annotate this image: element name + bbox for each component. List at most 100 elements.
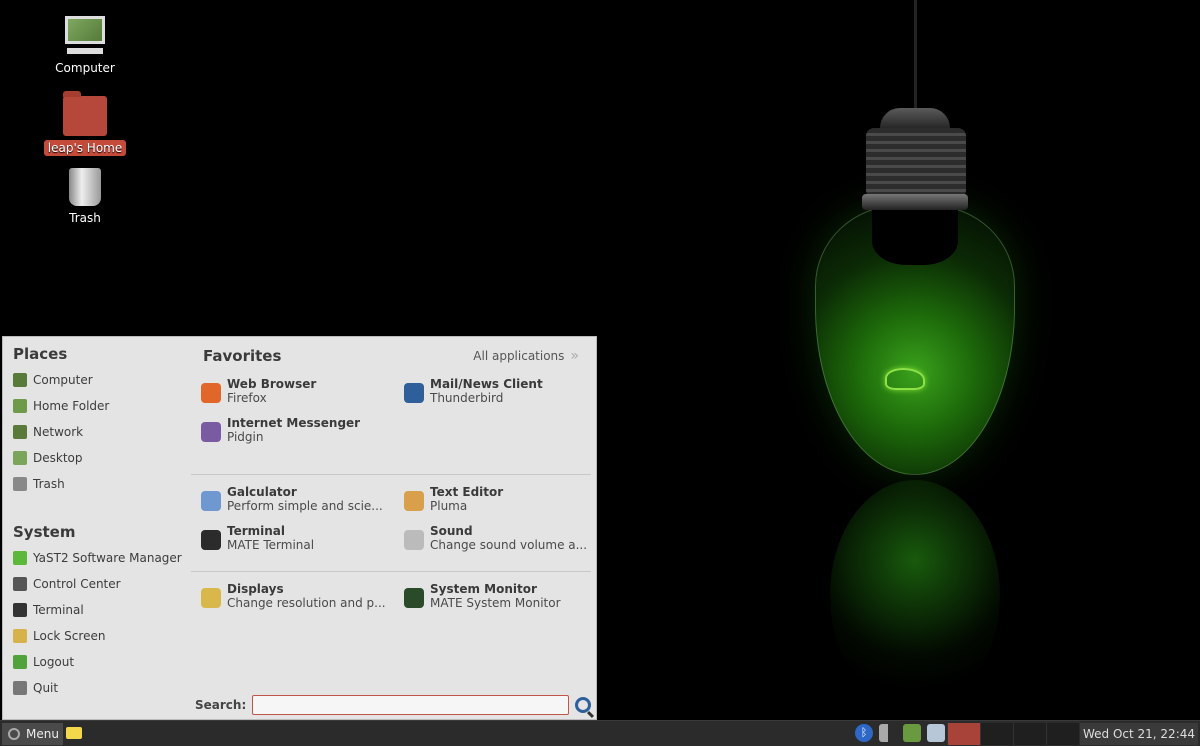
app-name: Sound (430, 524, 473, 538)
bulb-reflection (830, 480, 1000, 710)
workspace-1[interactable] (947, 723, 980, 745)
all-applications-label: All applications (473, 349, 565, 363)
menu-item-network[interactable]: Network (13, 419, 193, 445)
app-sound[interactable]: Sound Change sound volume a... (394, 524, 591, 563)
menu-item-control-center[interactable]: Control Center (13, 571, 193, 597)
menu-item-trash[interactable]: Trash (13, 471, 193, 497)
clock[interactable]: Wed Oct 21, 22:44 (1080, 723, 1198, 745)
menu-button-label: Menu (26, 727, 59, 741)
quit-icon (13, 681, 27, 695)
app-name: System Monitor (430, 582, 537, 596)
terminal-icon (201, 530, 221, 550)
displays-icon (201, 588, 221, 608)
application-menu: Places Computer Home Folder Network Desktop… (2, 336, 597, 720)
app-mail-news-client[interactable]: Mail/News Client Thunderbird (394, 377, 591, 416)
workspace-4[interactable] (1046, 723, 1079, 745)
menu-item-label: Logout (33, 655, 75, 669)
menu-item-label: Trash (33, 477, 65, 491)
bluetooth-icon[interactable]: ᛒ (855, 724, 873, 742)
menu-item-terminal[interactable]: Terminal (13, 597, 193, 623)
desktop-icon-home[interactable]: leap's Home (40, 91, 130, 156)
menu-item-computer[interactable]: Computer (13, 367, 193, 393)
workspace-3[interactable] (1013, 723, 1046, 745)
app-web-browser[interactable]: Web Browser Firefox (191, 377, 394, 416)
places-section: Places Computer Home Folder Network Desktop… (13, 345, 193, 497)
search-icon[interactable] (575, 697, 592, 713)
system-tray: ᛒ (855, 724, 945, 742)
separator (191, 571, 591, 572)
app-description: Thunderbird (430, 391, 504, 405)
menu-button[interactable]: Menu (2, 723, 63, 745)
menu-item-label: Quit (33, 681, 59, 695)
workspace-switcher (947, 723, 1079, 745)
app-description: MATE Terminal (227, 538, 315, 552)
app-displays[interactable]: Displays Change resolution and p... (191, 582, 394, 621)
app-description: Firefox (227, 391, 267, 405)
workspace-2[interactable] (980, 723, 1013, 745)
all-applications-button[interactable]: All applications » (473, 348, 579, 364)
menu-item-label: Lock Screen (33, 629, 106, 643)
desktop-icon-label: Computer (55, 61, 115, 75)
app-description: Pidgin (227, 430, 264, 444)
app-description: Change sound volume a... (430, 538, 588, 552)
search-input[interactable] (252, 695, 570, 715)
menu-item-logout[interactable]: Logout (13, 649, 193, 675)
power-icon[interactable] (927, 724, 945, 742)
menu-item-yast2-software-manager[interactable]: YaST2 Software Manager (13, 545, 193, 571)
app-description: Perform simple and scie... (227, 499, 383, 513)
search-label: Search: (195, 698, 247, 712)
control-center-icon (13, 577, 27, 591)
app-galculator[interactable]: Galculator Perform simple and scie... (191, 485, 394, 524)
computer-icon (13, 373, 27, 387)
bulb-socket (866, 128, 966, 198)
bulb-neck (872, 205, 958, 265)
trash-icon (13, 477, 27, 491)
menu-item-home-folder[interactable]: Home Folder (13, 393, 193, 419)
favorites-section: Favorites All applications » Web Browser… (191, 345, 591, 715)
menu-item-label: Terminal (33, 603, 84, 617)
app-description: Pluma (430, 499, 468, 513)
volume-icon[interactable] (879, 724, 897, 742)
text-editor-icon (404, 491, 424, 511)
app-internet-messenger[interactable]: Internet Messenger Pidgin (191, 416, 394, 455)
taskbar: Menu ᛒ Wed Oct 21, 22:44 (0, 720, 1200, 746)
app-name: Terminal (227, 524, 286, 538)
yast-icon (13, 551, 27, 565)
trash-icon (69, 168, 101, 206)
favorites-title: Favorites (203, 347, 282, 365)
app-system-monitor[interactable]: System Monitor MATE System Monitor (394, 582, 591, 621)
network-icon[interactable] (903, 724, 921, 742)
bulb-cord (914, 0, 917, 112)
system-monitor-icon (404, 588, 424, 608)
lock-screen-icon (13, 629, 27, 643)
desktop-icon-label: Trash (69, 211, 101, 225)
menu-item-label: Desktop (33, 451, 83, 465)
desktop-icon-computer[interactable]: Computer (40, 16, 130, 76)
menu-item-desktop[interactable]: Desktop (13, 445, 193, 471)
desktop-folder-icon (13, 451, 27, 465)
desktop-icon-trash[interactable]: Trash (40, 168, 130, 226)
thunderbird-icon (404, 383, 424, 403)
app-terminal[interactable]: Terminal MATE Terminal (191, 524, 394, 563)
computer-icon (63, 16, 107, 56)
app-text-editor[interactable]: Text Editor Pluma (394, 485, 591, 524)
chameleon-filament (885, 368, 925, 390)
search-bar: Search: (195, 695, 592, 715)
menu-item-label: Home Folder (33, 399, 110, 413)
app-name: Internet Messenger (227, 416, 361, 430)
app-name: Text Editor (430, 485, 504, 499)
menu-logo-icon (8, 728, 20, 740)
menu-item-quit[interactable]: Quit (13, 675, 193, 701)
home-folder-icon (13, 399, 27, 413)
file-manager-launcher-icon[interactable] (66, 727, 82, 739)
app-name: Galculator (227, 485, 297, 499)
system-title: System (13, 523, 76, 541)
separator (191, 474, 591, 475)
menu-item-label: Network (33, 425, 84, 439)
menu-item-label: YaST2 Software Manager (33, 551, 182, 565)
app-name: Mail/News Client (430, 377, 543, 391)
app-name: Displays (227, 582, 284, 596)
sound-icon (404, 530, 424, 550)
menu-item-lock-screen[interactable]: Lock Screen (13, 623, 193, 649)
network-icon (13, 425, 27, 439)
